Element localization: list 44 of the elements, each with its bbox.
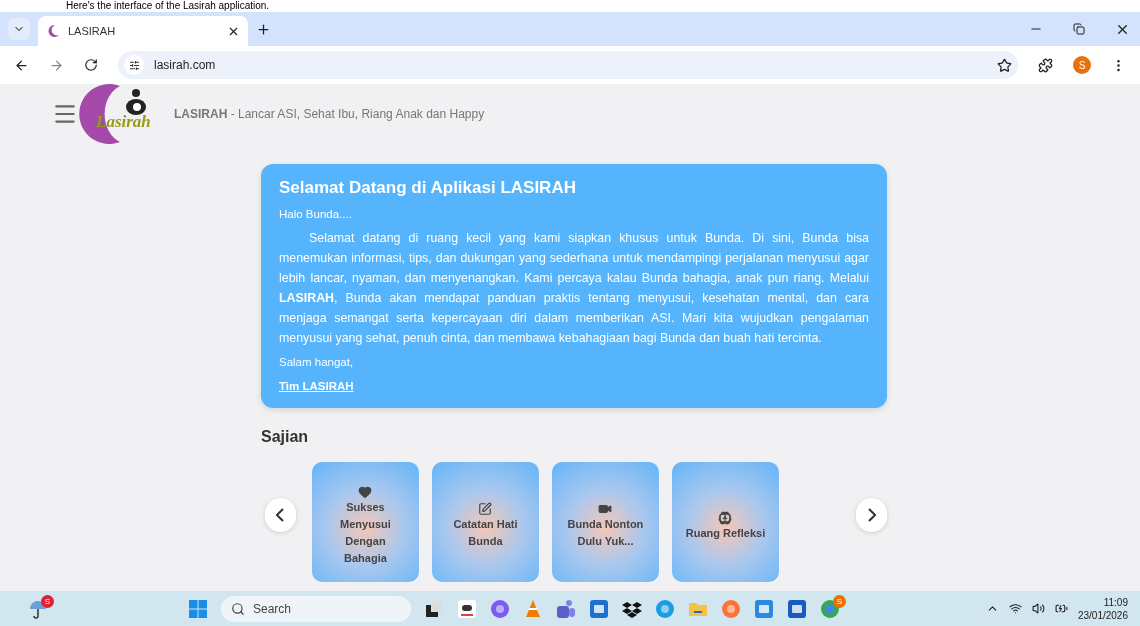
caption: Here's the interface of the Lasirah application.: [65, 0, 271, 12]
people-icon[interactable]: [556, 598, 576, 619]
reload-icon[interactable]: [84, 58, 98, 72]
welcome-paragraph: Selamat datang di ruang kecil yang kami siapkan khusus untuk Bunda. Di sini, Bunda bisa menemukan informasi, tips, dan dukungan yang sederhana untuk mendampingi perjalanan menyusui agar lebih lancar, nyaman, dan menyenangkan. Kami percaya kalau Bunda bahagia, anak pun riang. Melalui LASIRAH, Bunda akan mendapat panduan praktis tentang menyusui, kesehatan mental, dan cara menjaga semangat serta kepercayaan diri dalam memberikan ASI. Mari kita wujudkan pengalaman menyusui yang sehat, penuh cinta, dan membawa kebahagiaan bagi Bunda dan buah hati tercinta.: [279, 230, 869, 347]
section-title: Sajian: [261, 428, 310, 446]
restore-icon[interactable]: [1073, 23, 1085, 35]
browser-icon[interactable]: [820, 598, 840, 619]
closing-text: Salam hangat,: [279, 356, 355, 368]
app-icon[interactable]: [457, 598, 477, 619]
menu-card[interactable]: Bunda Nonton Dulu Yuk...: [551, 462, 659, 582]
back-icon[interactable]: [14, 57, 29, 73]
site-settings-icon[interactable]: [124, 55, 144, 75]
forward-icon[interactable]: [49, 57, 64, 73]
browser-tab[interactable]: LASIRAH: [38, 16, 248, 46]
video-icon: [598, 502, 613, 516]
welcome-title: Selamat Datang di Aplikasi LASIRAH: [279, 178, 577, 198]
notification-badge: S: [41, 594, 54, 608]
menu-card[interactable]: Catatan Hati Bunda: [431, 462, 539, 582]
search-icon: [231, 601, 245, 616]
speaker-icon[interactable]: [1031, 602, 1045, 615]
logo-icon: [46, 24, 60, 38]
previous-button[interactable]: [265, 498, 296, 532]
star-icon[interactable]: [997, 57, 1012, 73]
battery-icon[interactable]: [1054, 602, 1068, 615]
greeting-text: Halo Bunda....: [279, 208, 353, 220]
brain-icon: [718, 510, 733, 525]
next-button[interactable]: [856, 498, 887, 532]
menu-card[interactable]: Sukses Menyusui Dengan Bahagia: [311, 462, 419, 582]
edit-icon: [478, 502, 493, 516]
cone-icon[interactable]: [523, 598, 543, 619]
puzzle-icon[interactable]: [1038, 57, 1053, 73]
chevron-left-icon: [276, 508, 285, 522]
chevron-right-icon: [867, 508, 876, 522]
wifi-icon[interactable]: [1008, 602, 1022, 615]
menu-card[interactable]: Ruang Refleksi: [671, 462, 779, 582]
clock[interactable]: 11:09 23/01/2026: [1077, 595, 1128, 622]
tab-list-button[interactable]: [8, 18, 30, 40]
search-field[interactable]: Search: [221, 595, 411, 622]
notification-badge: S: [833, 594, 846, 608]
address-bar[interactable]: lasirah.com: [118, 51, 1018, 79]
site-tagline: LASIRAH - Lancar ASI, Sehat Ibu, Riang Anak dan Happy: [174, 107, 485, 121]
umbrella-icon[interactable]: [28, 598, 48, 619]
new-tab-icon[interactable]: [256, 21, 271, 37]
heart-icon: [358, 485, 373, 499]
